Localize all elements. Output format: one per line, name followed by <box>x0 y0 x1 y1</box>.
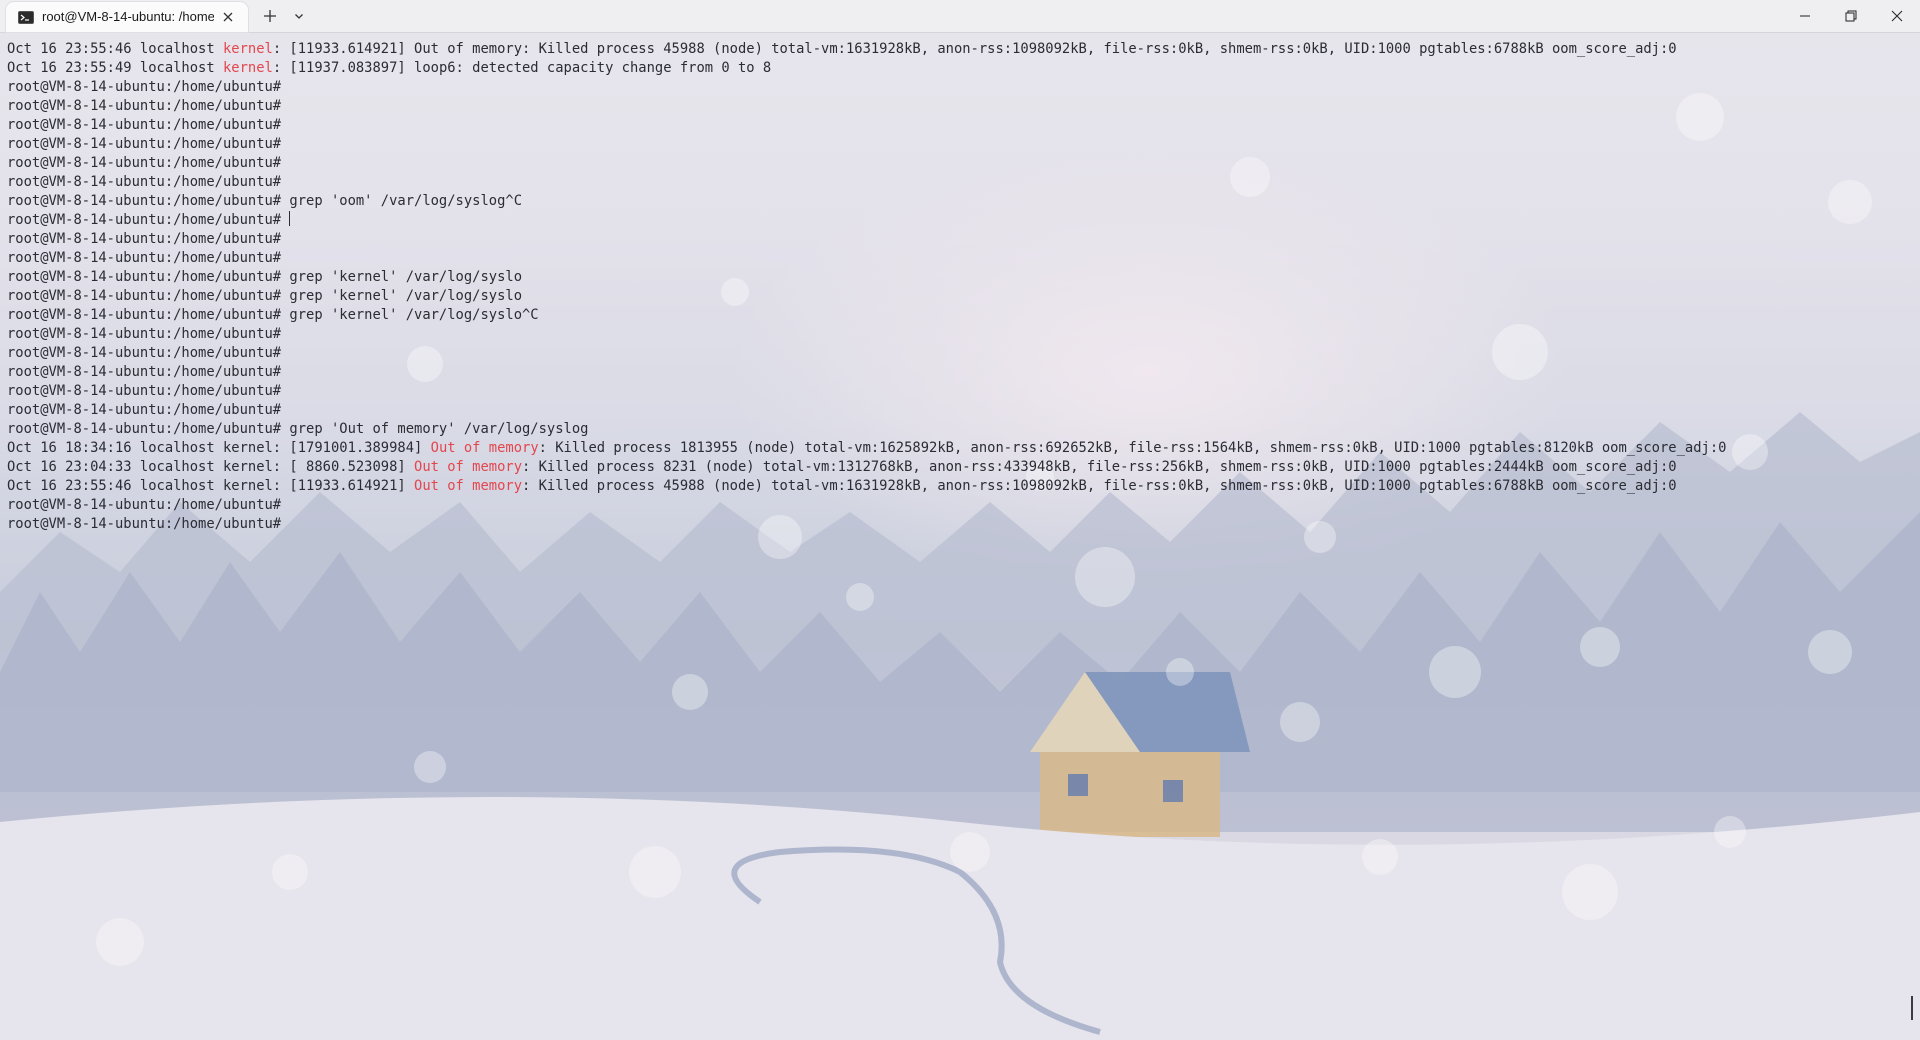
terminal-line: Oct 16 23:55:46 localhost kernel: [11933… <box>7 477 1907 496</box>
terminal-line: root@VM-8-14-ubuntu:/home/ubuntu# <box>7 230 1907 249</box>
highlighted-match: Out of memory <box>414 478 522 494</box>
line-text: root@VM-8-14-ubuntu:/home/ubuntu# <box>7 326 282 342</box>
text-cursor <box>289 211 291 226</box>
line-text: root@VM-8-14-ubuntu:/home/ubuntu# <box>7 155 282 171</box>
terminal-line: root@VM-8-14-ubuntu:/home/ubuntu# <box>7 116 1907 135</box>
terminal-line: root@VM-8-14-ubuntu:/home/ubuntu# grep '… <box>7 287 1907 306</box>
close-tab-icon[interactable] <box>220 9 236 25</box>
tab-title: root@VM-8-14-ubuntu: /home <box>42 9 214 24</box>
terminal-line: root@VM-8-14-ubuntu:/home/ubuntu# <box>7 249 1907 268</box>
terminal-tab[interactable]: root@VM-8-14-ubuntu: /home <box>6 2 248 32</box>
scrollbar[interactable] <box>1911 996 1913 1020</box>
line-text: Oct 16 23:55:46 localhost <box>7 41 223 57</box>
line-text: root@VM-8-14-ubuntu:/home/ubuntu# <box>7 136 282 152</box>
line-text: Oct 16 23:55:46 localhost kernel: [11933… <box>7 478 415 494</box>
terminal-line: root@VM-8-14-ubuntu:/home/ubuntu# <box>7 363 1907 382</box>
line-text: root@VM-8-14-ubuntu:/home/ubuntu# <box>7 79 282 95</box>
terminal-line: root@VM-8-14-ubuntu:/home/ubuntu# <box>7 135 1907 154</box>
terminal-line: root@VM-8-14-ubuntu:/home/ubuntu# grep '… <box>7 192 1907 211</box>
highlighted-match: kernel <box>222 60 273 76</box>
terminal-line: root@VM-8-14-ubuntu:/home/ubuntu# grep '… <box>7 306 1907 325</box>
restore-icon[interactable] <box>1828 0 1874 31</box>
line-text: root@VM-8-14-ubuntu:/home/ubuntu# <box>7 345 282 361</box>
line-text: root@VM-8-14-ubuntu:/home/ubuntu# <box>7 364 282 380</box>
line-text-rest: : [11937.083897] loop6: detected capacit… <box>272 60 772 76</box>
line-text: root@VM-8-14-ubuntu:/home/ubuntu# <box>7 231 282 247</box>
terminal-output[interactable]: Oct 16 23:55:46 localhost kernel: [11933… <box>7 40 1907 534</box>
line-text: root@VM-8-14-ubuntu:/home/ubuntu# grep '… <box>7 421 589 437</box>
line-text: root@VM-8-14-ubuntu:/home/ubuntu# <box>7 212 290 228</box>
terminal-line: Oct 16 18:34:16 localhost kernel: [17910… <box>7 439 1907 458</box>
terminal-window: root@VM-8-14-ubuntu: /home Oct 16 23:55:… <box>0 0 1920 1040</box>
line-text: root@VM-8-14-ubuntu:/home/ubuntu# grep '… <box>7 288 522 304</box>
terminal-icon <box>18 11 34 24</box>
line-text: root@VM-8-14-ubuntu:/home/ubuntu# <box>7 117 282 133</box>
plus-icon[interactable] <box>260 6 280 26</box>
close-icon[interactable] <box>1874 0 1920 31</box>
line-text: root@VM-8-14-ubuntu:/home/ubuntu# grep '… <box>7 269 522 285</box>
line-text: Oct 16 23:04:33 localhost kernel: [ 8860… <box>7 459 415 475</box>
line-text: root@VM-8-14-ubuntu:/home/ubuntu# <box>7 174 282 190</box>
terminal-line: root@VM-8-14-ubuntu:/home/ubuntu# <box>7 154 1907 173</box>
terminal-line: Oct 16 23:04:33 localhost kernel: [ 8860… <box>7 458 1907 477</box>
line-text: root@VM-8-14-ubuntu:/home/ubuntu# <box>7 516 282 532</box>
line-text: root@VM-8-14-ubuntu:/home/ubuntu# <box>7 250 282 266</box>
line-text-rest: : Killed process 8231 (node) total-vm:13… <box>522 459 1677 475</box>
line-text-rest: : [11933.614921] Out of memory: Killed p… <box>272 41 1677 57</box>
terminal-line: root@VM-8-14-ubuntu:/home/ubuntu# <box>7 325 1907 344</box>
terminal-line: root@VM-8-14-ubuntu:/home/ubuntu# <box>7 173 1907 192</box>
line-text: Oct 16 18:34:16 localhost kernel: [17910… <box>7 440 431 456</box>
terminal-line: root@VM-8-14-ubuntu:/home/ubuntu# <box>7 515 1907 534</box>
line-text: root@VM-8-14-ubuntu:/home/ubuntu# <box>7 383 282 399</box>
terminal-line: root@VM-8-14-ubuntu:/home/ubuntu# <box>7 78 1907 97</box>
terminal-line: Oct 16 23:55:49 localhost kernel: [11937… <box>7 59 1907 78</box>
terminal-line: root@VM-8-14-ubuntu:/home/ubuntu# grep '… <box>7 420 1907 439</box>
terminal-line: Oct 16 23:55:46 localhost kernel: [11933… <box>7 40 1907 59</box>
terminal-line: root@VM-8-14-ubuntu:/home/ubuntu# grep '… <box>7 268 1907 287</box>
line-text: Oct 16 23:55:49 localhost <box>7 60 223 76</box>
line-text: root@VM-8-14-ubuntu:/home/ubuntu# <box>7 402 282 418</box>
terminal-line: root@VM-8-14-ubuntu:/home/ubuntu# <box>7 211 1907 230</box>
highlighted-match: Out of memory <box>430 440 539 456</box>
line-text: root@VM-8-14-ubuntu:/home/ubuntu# <box>7 497 282 513</box>
line-text: root@VM-8-14-ubuntu:/home/ubuntu# grep '… <box>7 307 539 323</box>
terminal-line: root@VM-8-14-ubuntu:/home/ubuntu# <box>7 401 1907 420</box>
line-text-rest: : Killed process 1813955 (node) total-vm… <box>538 440 1727 456</box>
terminal-line: root@VM-8-14-ubuntu:/home/ubuntu# <box>7 382 1907 401</box>
terminal-line: root@VM-8-14-ubuntu:/home/ubuntu# <box>7 97 1907 116</box>
line-text: root@VM-8-14-ubuntu:/home/ubuntu# <box>7 98 282 114</box>
line-text-rest: : Killed process 45988 (node) total-vm:1… <box>522 478 1677 494</box>
highlighted-match: kernel <box>222 41 273 57</box>
line-text: root@VM-8-14-ubuntu:/home/ubuntu# grep '… <box>7 193 522 209</box>
minimize-icon[interactable] <box>1782 0 1828 31</box>
title-bar: root@VM-8-14-ubuntu: /home <box>0 0 1920 33</box>
terminal-line: root@VM-8-14-ubuntu:/home/ubuntu# <box>7 344 1907 363</box>
chevron-down-icon[interactable] <box>289 6 309 26</box>
highlighted-match: Out of memory <box>414 459 522 475</box>
terminal-line: root@VM-8-14-ubuntu:/home/ubuntu# <box>7 496 1907 515</box>
